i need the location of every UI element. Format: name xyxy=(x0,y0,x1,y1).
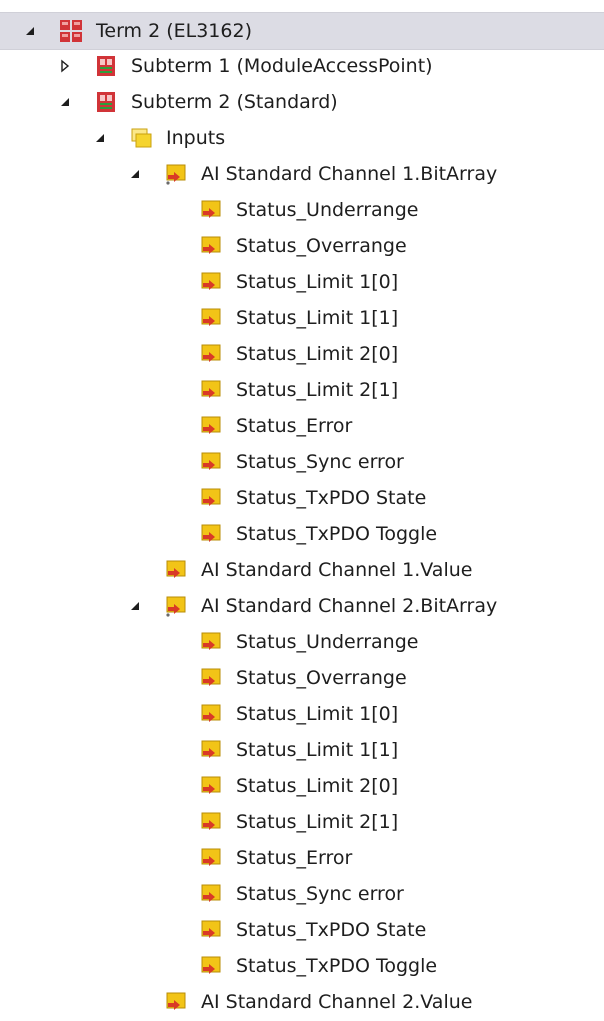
folder-inputs-icon xyxy=(129,126,153,150)
collapse-arrow-icon[interactable] xyxy=(22,23,38,39)
tree-node-channel-1-bitarray[interactable]: AI Standard Channel 1.BitArray xyxy=(0,156,604,192)
tree-node-status-bit[interactable]: Status_Error xyxy=(0,840,604,876)
status-bit-label: Status_Limit 1[0] xyxy=(236,703,399,725)
status-bit-label: Status_Overrange xyxy=(236,667,407,689)
channel-2-bitarray-label: AI Standard Channel 2.BitArray xyxy=(201,595,498,617)
status-bit-label: Status_Sync error xyxy=(236,451,404,473)
status-bit-label: Status_Limit 2[0] xyxy=(236,775,399,797)
tree-node-status-bit[interactable]: Status_Limit 2[1] xyxy=(0,372,604,408)
input-variable-icon xyxy=(199,738,223,762)
status-bit-label: Status_Underrange xyxy=(236,631,419,653)
terminal-icon xyxy=(59,19,83,43)
subterm-1-label: Subterm 1 (ModuleAccessPoint) xyxy=(131,55,433,77)
tree-node-status-bit[interactable]: Status_Sync error xyxy=(0,444,604,480)
tree-node-status-bit[interactable]: Status_Underrange xyxy=(0,192,604,228)
input-variable-icon xyxy=(199,306,223,330)
tree-node-term[interactable]: Term 2 (EL3162) xyxy=(0,12,604,50)
status-bit-label: Status_Limit 2[0] xyxy=(236,343,399,365)
subterm-2-label: Subterm 2 (Standard) xyxy=(131,91,338,113)
input-variable-icon xyxy=(199,954,223,978)
input-variable-icon xyxy=(199,630,223,654)
tree-node-status-bit[interactable]: Status_TxPDO State xyxy=(0,912,604,948)
tree-node-subterm-1[interactable]: Subterm 1 (ModuleAccessPoint) xyxy=(0,48,604,84)
input-variable-icon xyxy=(199,810,223,834)
module-icon xyxy=(94,90,118,114)
status-bit-label: Status_Overrange xyxy=(236,235,407,257)
collapse-arrow-icon[interactable] xyxy=(92,130,108,146)
input-variable-icon xyxy=(199,846,223,870)
tree-node-status-bit[interactable]: Status_TxPDO Toggle xyxy=(0,516,604,552)
tree-node-status-bit[interactable]: Status_Limit 1[0] xyxy=(0,696,604,732)
status-bit-label: Status_TxPDO State xyxy=(236,487,427,509)
status-bit-label: Status_Limit 2[1] xyxy=(236,379,399,401)
module-icon xyxy=(94,54,118,78)
status-bit-label: Status_Limit 1[0] xyxy=(236,271,399,293)
status-bit-label: Status_TxPDO Toggle xyxy=(236,523,438,545)
status-bit-label: Status_Sync error xyxy=(236,883,404,905)
tree-node-status-bit[interactable]: Status_Overrange xyxy=(0,660,604,696)
input-variable-icon xyxy=(199,234,223,258)
status-bit-label: Status_Underrange xyxy=(236,199,419,221)
tree-node-status-bit[interactable]: Status_TxPDO State xyxy=(0,480,604,516)
input-variable-icon xyxy=(164,558,188,582)
tree-node-status-bit[interactable]: Status_Limit 2[0] xyxy=(0,336,604,372)
tree-node-status-bit[interactable]: Status_Limit 1[0] xyxy=(0,264,604,300)
tree-node-status-bit[interactable]: Status_Limit 1[1] xyxy=(0,732,604,768)
tree-node-status-bit[interactable]: Status_Limit 1[1] xyxy=(0,300,604,336)
tree-node-status-bit[interactable]: Status_Limit 2[0] xyxy=(0,768,604,804)
tree-node-status-bit[interactable]: Status_TxPDO Toggle xyxy=(0,948,604,984)
status-bit-label: Status_Limit 1[1] xyxy=(236,307,399,329)
input-variable-icon xyxy=(199,918,223,942)
tree-node-status-bit[interactable]: Status_Underrange xyxy=(0,624,604,660)
tree-node-status-bit[interactable]: Status_Sync error xyxy=(0,876,604,912)
tree-node-status-bit[interactable]: Status_Overrange xyxy=(0,228,604,264)
inputs-label: Inputs xyxy=(166,127,226,149)
collapse-arrow-icon[interactable] xyxy=(127,166,143,182)
collapse-arrow-icon[interactable] xyxy=(127,598,143,614)
solution-tree: Term 2 (EL3162) Subterm 1 (ModuleAccessPo… xyxy=(0,0,604,1021)
tree-node-inputs[interactable]: Inputs xyxy=(0,120,604,156)
collapse-arrow-icon[interactable] xyxy=(57,94,73,110)
status-bit-label: Status_Limit 1[1] xyxy=(236,739,399,761)
status-bit-label: Status_TxPDO State xyxy=(236,919,427,941)
input-variable-icon xyxy=(199,414,223,438)
input-variable-array-icon xyxy=(164,162,188,186)
status-bit-label: Status_Error xyxy=(236,847,353,869)
tree-node-channel-1-value[interactable]: AI Standard Channel 1.Value xyxy=(0,552,604,588)
expand-arrow-icon[interactable] xyxy=(57,58,73,74)
channel-2-value-label: AI Standard Channel 2.Value xyxy=(201,991,473,1013)
tree-node-channel-2-bitarray[interactable]: AI Standard Channel 2.BitArray xyxy=(0,588,604,624)
input-variable-icon xyxy=(199,486,223,510)
input-variable-icon xyxy=(199,342,223,366)
tree-node-status-bit[interactable]: Status_Error xyxy=(0,408,604,444)
input-variable-icon xyxy=(199,702,223,726)
input-variable-icon xyxy=(199,270,223,294)
term-label: Term 2 (EL3162) xyxy=(96,20,252,42)
status-bit-label: Status_TxPDO Toggle xyxy=(236,955,438,977)
input-variable-icon xyxy=(199,522,223,546)
tree-node-subterm-2[interactable]: Subterm 2 (Standard) xyxy=(0,84,604,120)
tree-node-status-bit[interactable]: Status_Limit 2[1] xyxy=(0,804,604,840)
channel-1-bitarray-label: AI Standard Channel 1.BitArray xyxy=(201,163,498,185)
status-bit-label: Status_Limit 2[1] xyxy=(236,811,399,833)
tree-node-channel-2-value[interactable]: AI Standard Channel 2.Value xyxy=(0,984,604,1020)
status-bit-label: Status_Error xyxy=(236,415,353,437)
input-variable-icon xyxy=(199,198,223,222)
input-variable-icon xyxy=(199,450,223,474)
input-variable-icon xyxy=(199,666,223,690)
channel-1-value-label: AI Standard Channel 1.Value xyxy=(201,559,473,581)
input-variable-icon xyxy=(199,882,223,906)
input-variable-icon xyxy=(164,990,188,1014)
input-variable-icon xyxy=(199,774,223,798)
input-variable-array-icon xyxy=(164,594,188,618)
input-variable-icon xyxy=(199,378,223,402)
